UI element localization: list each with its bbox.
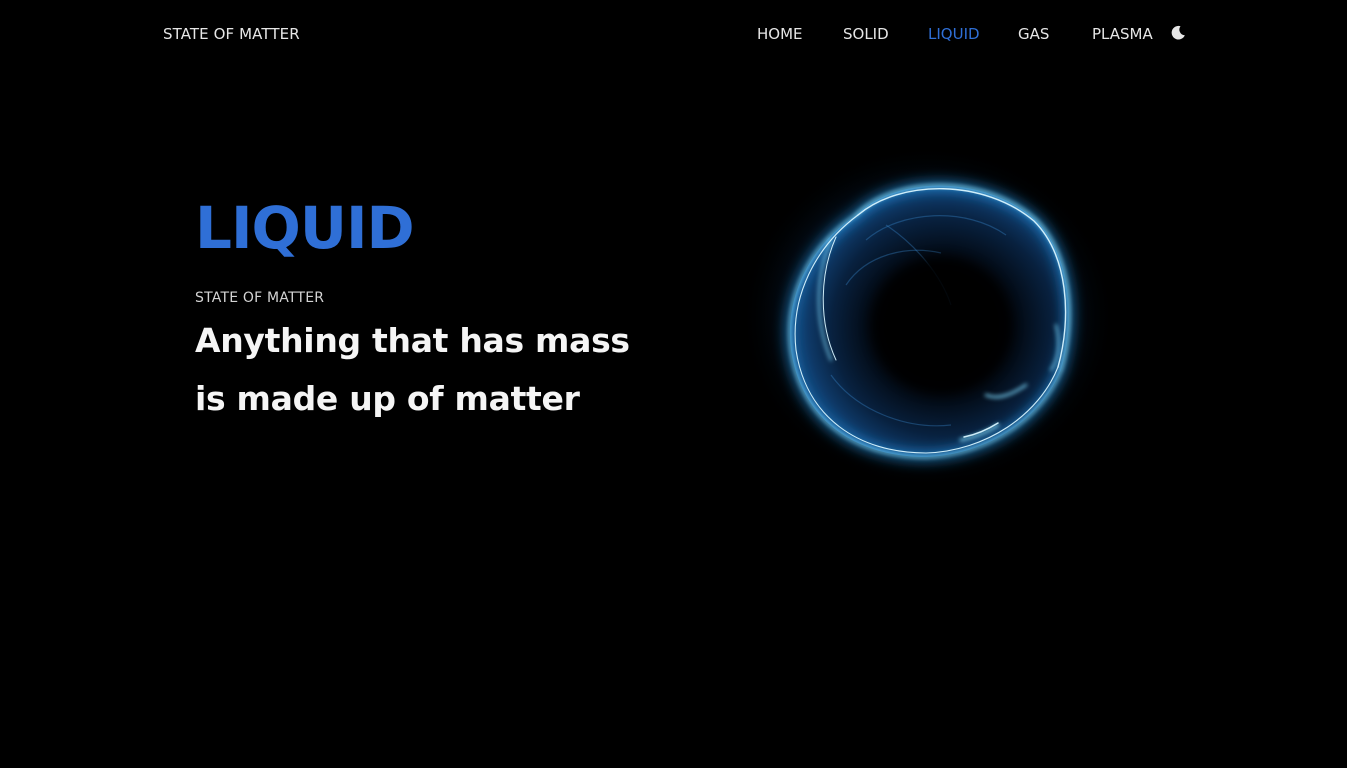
nav-home-link[interactable]: HOME <box>757 25 803 43</box>
page-title: LIQUID <box>195 194 415 262</box>
liquid-orb-image <box>736 145 1116 495</box>
hero-description-line-1: Anything that has mass <box>195 321 630 360</box>
nav-liquid-link[interactable]: LIQUID <box>928 25 980 43</box>
site-header: STATE OF MATTER HOME SOLID LIQUID GAS PL… <box>0 0 1347 70</box>
hero-description-line-2: is made up of matter <box>195 379 580 418</box>
nav-solid-link[interactable]: SOLID <box>843 25 889 43</box>
theme-toggle-button[interactable] <box>1169 24 1187 42</box>
brand-link[interactable]: STATE OF MATTER <box>163 25 300 43</box>
liquid-orb-graphic <box>740 145 1116 489</box>
hero-description: Anything that has mass is made up of mat… <box>195 312 715 428</box>
nav-gas-link[interactable]: GAS <box>1018 25 1049 43</box>
hero-text: LIQUID STATE OF MATTER Anything that has… <box>195 190 715 428</box>
hero-subtitle: STATE OF MATTER <box>195 290 325 306</box>
moon-icon <box>1171 25 1185 40</box>
nav-plasma-link[interactable]: PLASMA <box>1092 25 1153 43</box>
